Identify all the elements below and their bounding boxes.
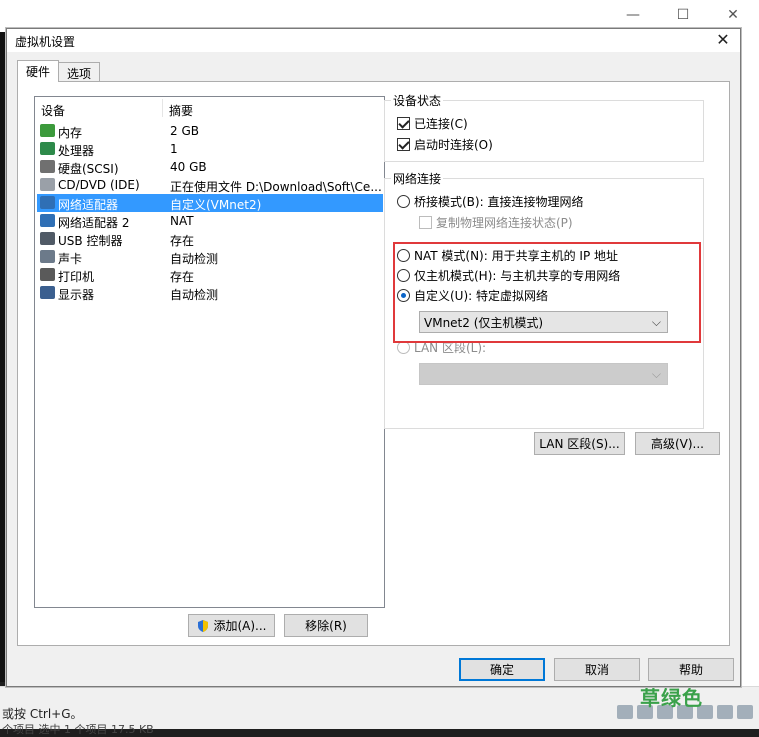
network-connection-title: 网络连接 <box>391 170 444 187</box>
bridged-label: 桥接模式(B): 直接连接物理网络 <box>414 194 584 209</box>
ok-button[interactable]: 确定 <box>459 658 545 681</box>
memory-icon <box>40 124 55 137</box>
device-row[interactable]: 内存 2 GB <box>37 122 383 140</box>
replicate-state-checkbox-row[interactable]: 复制物理网络连接状态(P) <box>419 214 573 230</box>
host-maximize-button[interactable]: ☐ <box>668 4 698 26</box>
connect-on-power-checkbox[interactable] <box>397 137 410 151</box>
tab-strip: 硬件 选项 <box>17 60 101 82</box>
device-name: 网络适配器 2 <box>58 216 130 230</box>
replicate-state-checkbox[interactable] <box>419 215 432 229</box>
harddisk-icon <box>40 160 55 173</box>
device-name: 显示器 <box>58 288 95 302</box>
maximize-icon: ☐ <box>676 7 690 23</box>
dialog-close-button[interactable]: ✕ <box>712 30 734 50</box>
device-name: 内存 <box>58 126 83 140</box>
device-summary: 存在 <box>170 234 195 248</box>
device-row[interactable]: CD/DVD (IDE) 正在使用文件 D:\Download\Soft\Ce..… <box>37 176 383 194</box>
device-name: 硬盘(SCSI) <box>58 162 119 176</box>
connect-on-power-label: 启动时连接(O) <box>414 137 493 152</box>
add-device-label: 添加(A)... <box>213 619 267 633</box>
device-row[interactable]: 声卡 自动检测 <box>37 248 383 266</box>
dialog-titlebar: 虚拟机设置 ✕ <box>7 29 740 52</box>
device-name: 网络适配器 <box>58 198 119 212</box>
host-minimize-button[interactable]: — <box>618 4 648 26</box>
bridged-radio[interactable] <box>397 194 410 208</box>
device-name: 打印机 <box>58 270 95 284</box>
device-list[interactable]: 设备 摘要 内存 2 GB 处理器 1 硬盘(SCSI) 40 GB CD/DVD (IDE… <box>34 96 385 608</box>
device-name: USB 控制器 <box>58 234 123 248</box>
device-row[interactable]: 网络适配器 自定义(VMnet2) <box>37 194 383 212</box>
tray-printer-icon[interactable] <box>717 705 733 719</box>
device-name: 声卡 <box>58 252 83 266</box>
remove-device-button[interactable]: 移除(R) <box>284 614 368 637</box>
network-adapter-icon <box>40 196 55 209</box>
processor-icon <box>40 142 55 155</box>
device-row[interactable]: 处理器 1 <box>37 140 383 158</box>
column-divider[interactable] <box>162 99 163 117</box>
chevron-down-icon: ⌵ <box>651 367 661 381</box>
device-summary: 正在使用文件 D:\Download\Soft\Ce... <box>170 180 382 194</box>
device-name: CD/DVD (IDE) <box>58 178 140 192</box>
help-button[interactable]: 帮助 <box>648 658 734 681</box>
device-summary: 自动检测 <box>170 252 219 266</box>
host-hint-text: 或按 Ctrl+G。 <box>2 707 83 721</box>
bridged-radio-row[interactable]: 桥接模式(B): 直接连接物理网络 <box>397 193 583 209</box>
tab-panel-hardware: 设备 摘要 内存 2 GB 处理器 1 硬盘(SCSI) 40 GB CD/DVD (IDE… <box>17 81 730 646</box>
connected-checkbox-row[interactable]: 已连接(C) <box>397 115 468 131</box>
device-name: 处理器 <box>58 144 95 158</box>
cancel-button[interactable]: 取消 <box>554 658 640 681</box>
close-icon: ✕ <box>727 7 739 23</box>
minimize-icon: — <box>626 7 640 23</box>
cd-icon <box>40 178 55 191</box>
printer-icon <box>40 268 55 281</box>
host-right-panel <box>738 32 759 692</box>
usb-icon <box>40 232 55 245</box>
uac-shield-icon <box>198 619 209 632</box>
vm-settings-dialog: 虚拟机设置 ✕ 硬件 选项 设备 摘要 内存 2 GB 处理器 1 硬盘(SCSI) 40… <box>6 28 741 687</box>
annotation-highlight-box <box>393 242 701 343</box>
connect-on-power-checkbox-row[interactable]: 启动时连接(O) <box>397 136 493 152</box>
device-summary: NAT <box>170 214 194 228</box>
host-status-text: 个项目 选中 1 个项目 17.5 KB <box>2 723 154 736</box>
tab-options[interactable]: 选项 <box>58 62 101 82</box>
tray-display-icon[interactable] <box>737 705 753 719</box>
dialog-title: 虚拟机设置 <box>15 35 76 49</box>
host-close-button[interactable]: ✕ <box>718 4 748 26</box>
device-status-title: 设备状态 <box>391 92 444 109</box>
column-header-device[interactable]: 设备 <box>41 102 65 119</box>
column-header-summary[interactable]: 摘要 <box>169 102 193 119</box>
add-device-button[interactable]: 添加(A)... <box>188 614 275 637</box>
connected-checkbox[interactable] <box>397 116 410 130</box>
device-summary: 1 <box>170 142 178 156</box>
device-list-header: 设备 摘要 <box>35 97 384 119</box>
close-icon: ✕ <box>716 30 730 49</box>
tray-disk-icon[interactable] <box>617 705 633 719</box>
connected-label: 已连接(C) <box>414 116 468 131</box>
lan-segments-button[interactable]: LAN 区段(S)... <box>534 432 625 455</box>
device-summary: 自动检测 <box>170 288 219 302</box>
device-row[interactable]: 显示器 自动检测 <box>37 284 383 302</box>
device-summary: 2 GB <box>170 124 199 138</box>
device-row[interactable]: 打印机 存在 <box>37 266 383 284</box>
device-row[interactable]: USB 控制器 存在 <box>37 230 383 248</box>
network-adapter-icon <box>40 214 55 227</box>
device-summary: 40 GB <box>170 160 207 174</box>
device-row[interactable]: 硬盘(SCSI) 40 GB <box>37 158 383 176</box>
device-summary: 自定义(VMnet2) <box>170 198 262 212</box>
device-row[interactable]: 网络适配器 2 NAT <box>37 212 383 230</box>
lan-segment-select[interactable]: ⌵ <box>419 363 668 385</box>
advanced-button[interactable]: 高级(V)... <box>635 432 720 455</box>
device-status-group: 设备状态 已连接(C) 启动时连接(O) <box>384 92 704 162</box>
device-summary: 存在 <box>170 270 195 284</box>
tab-hardware[interactable]: 硬件 <box>17 60 60 82</box>
sound-icon <box>40 250 55 263</box>
display-icon <box>40 286 55 299</box>
replicate-state-label: 复制物理网络连接状态(P) <box>436 215 573 230</box>
